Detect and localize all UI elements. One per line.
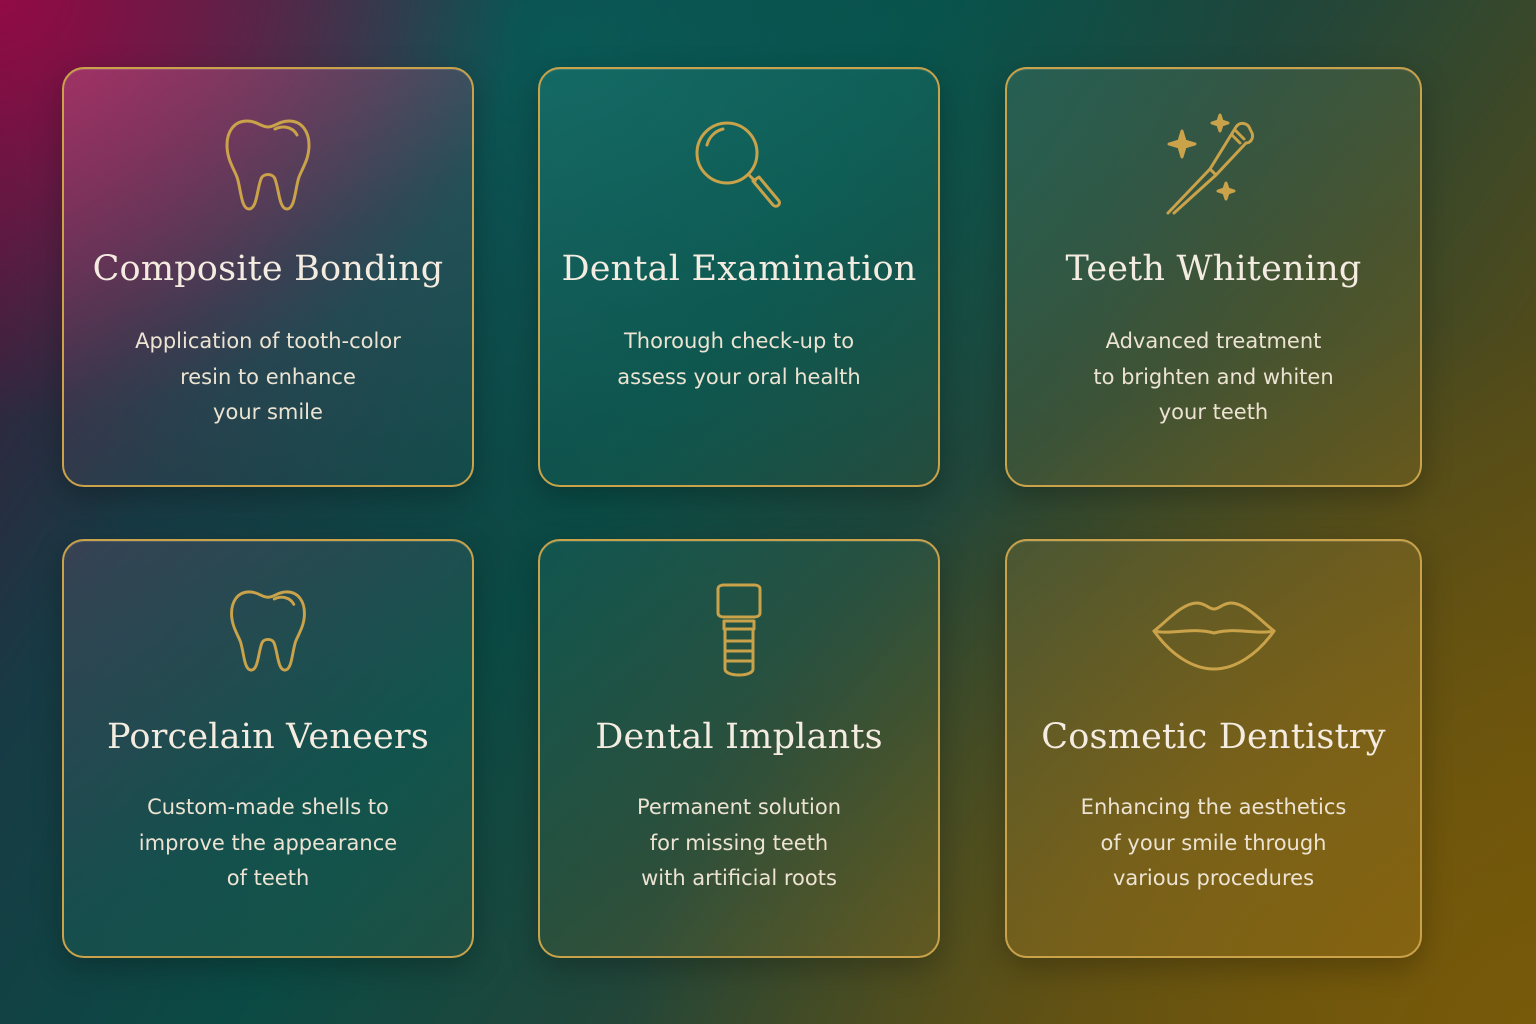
service-title: Porcelain Veneers (106, 717, 429, 757)
toothbrush-sparkle-icon (1162, 113, 1266, 217)
service-description: Permanent solution for missing teeth wit… (540, 790, 938, 897)
service-description: Enhancing the aesthetics of your smile t… (1007, 790, 1420, 897)
service-title: Teeth Whitening (1065, 249, 1362, 289)
description-line: Application of tooth-color (135, 329, 401, 353)
description-line: of teeth (226, 866, 310, 890)
description-line: improve the appearance (138, 830, 398, 855)
service-card-porcelain-veneers[interactable]: Porcelain Veneers Custom-made shells to … (62, 539, 474, 958)
description-line: various procedures (1112, 866, 1315, 890)
description-line: resin to enhance (180, 364, 356, 389)
service-description: Custom-made shells to improve the appear… (64, 790, 472, 897)
description-line: Enhancing the aesthetics (1080, 795, 1347, 819)
description-line: Advanced treatment (1105, 329, 1322, 353)
service-card-dental-examination[interactable]: Dental Examination Thorough check-up to … (538, 67, 940, 487)
description-line: for missing teeth (649, 830, 829, 855)
description-line: with artificial roots (641, 866, 837, 890)
lips-icon (1151, 597, 1277, 673)
service-description: Advanced treatment to brighten and white… (1007, 324, 1420, 431)
service-title: Dental Implants (595, 717, 883, 757)
description-line: to brighten and whiten (1093, 364, 1334, 389)
service-card-dental-implants[interactable]: Dental Implants Permanent solution for m… (538, 539, 940, 958)
description-line: assess your oral health (617, 364, 861, 389)
service-card-composite-bonding[interactable]: Composite Bonding Application of tooth-c… (62, 67, 474, 487)
implant-icon (706, 583, 772, 683)
magnifier-icon (691, 115, 787, 215)
service-card-cosmetic-dentistry[interactable]: Cosmetic Dentistry Enhancing the aesthet… (1005, 539, 1422, 958)
service-description: Thorough check-up to assess your oral he… (540, 324, 938, 395)
description-line: your teeth (1158, 400, 1269, 424)
service-title: Dental Examination (561, 249, 917, 289)
service-card-teeth-whitening[interactable]: Teeth Whitening Advanced treatment to br… (1005, 67, 1422, 487)
description-line: of your smile through (1100, 830, 1327, 855)
description-line: Custom-made shells to (147, 795, 389, 819)
description-line: your smile (213, 400, 323, 424)
service-description: Application of tooth-color resin to enha… (64, 324, 472, 431)
tooth-icon (228, 585, 308, 677)
service-title: Cosmetic Dentistry (1041, 717, 1386, 757)
service-title: Composite Bonding (92, 249, 444, 289)
tooth-icon (223, 115, 313, 215)
description-line: Permanent solution (636, 795, 842, 819)
description-line: Thorough check-up to (623, 329, 855, 353)
